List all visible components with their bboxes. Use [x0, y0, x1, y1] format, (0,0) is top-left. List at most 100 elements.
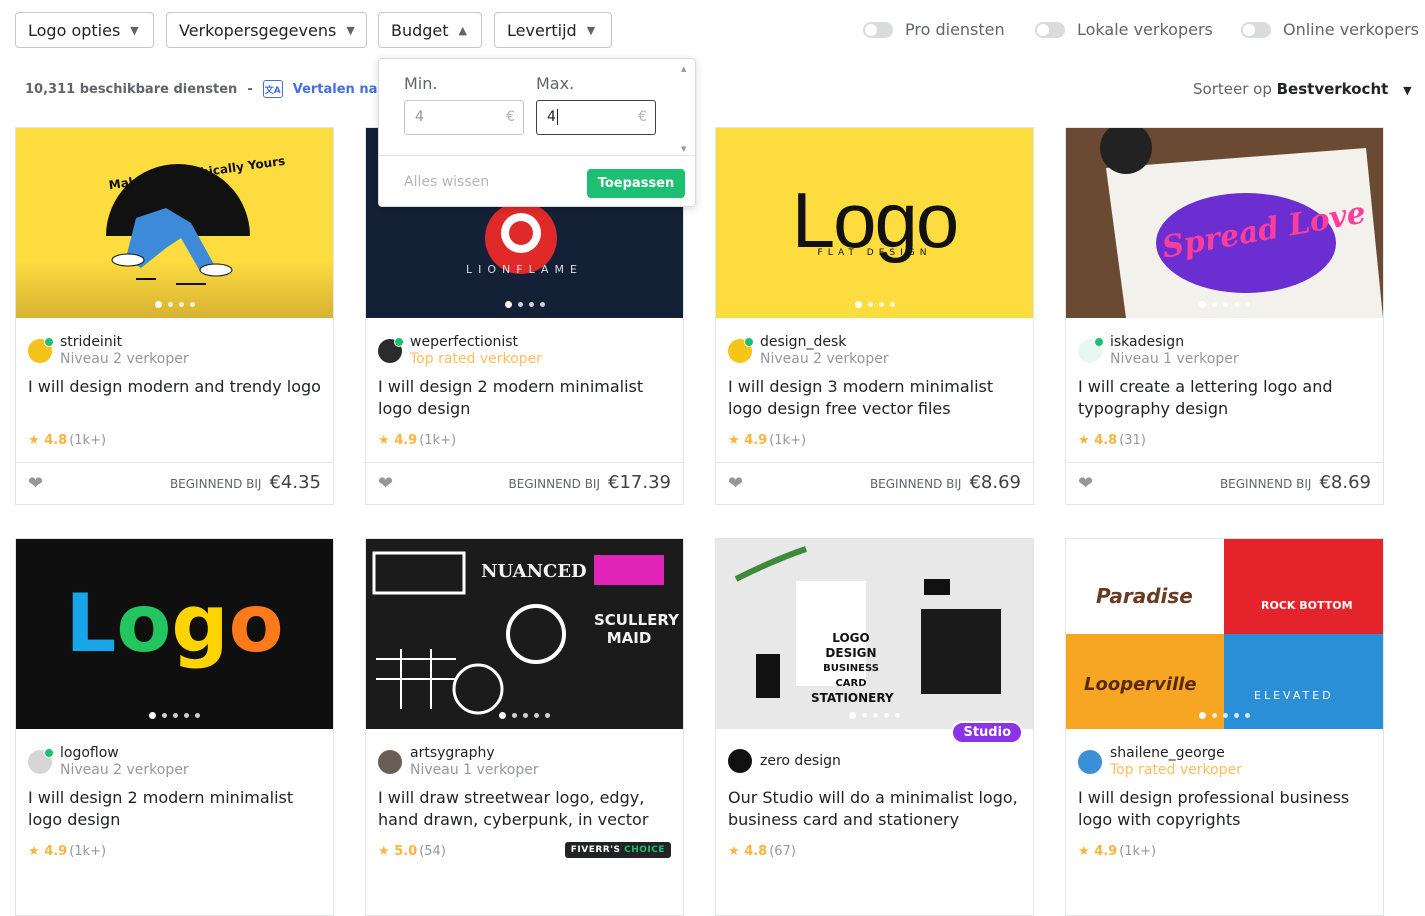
gig-thumbnail[interactable]: Make us Graphically Yours [16, 128, 333, 318]
gig-thumbnail[interactable]: NUANCED SCULLERY MAID [366, 539, 683, 729]
star-icon: ★ [728, 433, 745, 448]
avatar[interactable] [1078, 337, 1104, 363]
thumb-text: LOGO DESIGN BUSINESS CARD STATIONERY [811, 631, 894, 706]
rating-value: 4.8 [1094, 433, 1118, 448]
seller-name[interactable]: design_desk [760, 334, 889, 350]
switch-icon [1035, 21, 1065, 38]
carousel-dots[interactable] [716, 301, 1033, 308]
star-icon: ★ [378, 433, 395, 448]
thumb-subtext-3: ELEVATED [1254, 689, 1334, 702]
seller-name[interactable]: logoflow [60, 745, 189, 761]
filter-delivery-time[interactable]: Levertijd ▼ [494, 12, 612, 48]
carousel-dots[interactable] [16, 712, 333, 719]
star-icon: ★ [28, 844, 45, 859]
filter-budget[interactable]: Budget ▲ [378, 12, 482, 48]
avatar[interactable] [728, 337, 754, 363]
gig-card[interactable]: Logo FLAT DESIGN design_desk Niveau 2 ve… [715, 127, 1034, 505]
translate-icon: 文A [262, 80, 283, 98]
gig-thumbnail[interactable]: Logo [16, 539, 333, 729]
price-label: BEGINNEND BIJ [1219, 477, 1312, 491]
carousel-dots[interactable] [1066, 712, 1383, 719]
gig-card[interactable]: Logo logoflow Niveau 2 verkoper I will d… [15, 538, 334, 916]
gig-rating: ★ 4.9 (1k+) [378, 433, 456, 448]
toggle-pro-services[interactable]: Pro diensten [863, 20, 1005, 39]
gig-thumbnail-art [372, 551, 664, 715]
scroll-up-icon[interactable]: ▲ [681, 65, 686, 73]
gig-title[interactable]: Our Studio will do a minimalist logo, bu… [728, 787, 1021, 831]
avatar[interactable] [378, 750, 402, 774]
rating-value: 4.9 [394, 433, 418, 448]
gig-footer: ❤ BEGINNEND BIJ €17.39 [366, 462, 683, 505]
rating-value: 4.8 [44, 433, 68, 448]
seller-level: Niveau 2 verkoper [760, 351, 889, 367]
avatar[interactable] [378, 337, 404, 363]
filter-seller-details[interactable]: Verkopersgegevens ▼ [166, 12, 367, 48]
gig-title[interactable]: I will design professional business logo… [1078, 787, 1371, 831]
rating-value: 4.9 [44, 844, 68, 859]
toggle-local-label: Lokale verkopers [1077, 20, 1213, 39]
gig-price: BEGINNEND BIJ €4.35 [170, 472, 321, 493]
carousel-dots[interactable] [716, 712, 1033, 719]
filter-logo-options[interactable]: Logo opties ▼ [15, 12, 154, 48]
gig-title[interactable]: I will design 3 modern minimalist logo d… [728, 376, 1021, 420]
seller-name[interactable]: weperfectionist [410, 334, 542, 350]
clear-all-button[interactable]: Alles wissen [404, 174, 489, 190]
switch-icon [863, 21, 893, 38]
chevron-down-icon: ▼ [130, 23, 139, 37]
gig-thumbnail[interactable]: Paradise ROCK BOTTOM Looperville ELEVATE… [1066, 539, 1383, 729]
toggle-local-sellers[interactable]: Lokale verkopers [1035, 20, 1213, 39]
seller-name[interactable]: artsygraphy [410, 745, 539, 761]
gig-thumbnail[interactable]: Logo FLAT DESIGN [716, 128, 1033, 318]
sort-dropdown[interactable]: Sorteer op Bestverkocht ▼ [1193, 80, 1412, 98]
gig-card[interactable]: LOGO DESIGN BUSINESS CARD STATIONERY Studi… [715, 538, 1034, 916]
gig-title[interactable]: I will create a lettering logo and typog… [1078, 376, 1371, 420]
gig-rating: ★ 4.9 (1k+) [1078, 844, 1156, 859]
online-indicator [1094, 337, 1104, 347]
avatar[interactable] [28, 748, 54, 774]
carousel-dots[interactable] [366, 712, 683, 719]
min-label: Min. [404, 74, 438, 93]
rating-value: 5.0 [394, 844, 418, 859]
star-icon: ★ [1078, 433, 1095, 448]
gig-card[interactable]: Make us Graphically Yours strideinit Niv… [15, 127, 334, 505]
gig-card[interactable]: NUANCED SCULLERY MAID artsygraphy Niveau… [365, 538, 684, 916]
gig-thumbnail[interactable]: Spread Love [1066, 128, 1383, 318]
heart-icon[interactable]: ❤ [728, 473, 743, 494]
gig-card[interactable]: Spread Love iskadesign Niveau 1 verkoper… [1065, 127, 1384, 505]
seller-name[interactable]: zero design [760, 753, 841, 769]
scroll-down-icon[interactable]: ▼ [681, 145, 686, 153]
gig-rating: ★ 4.9 (1k+) [28, 844, 106, 859]
avatar[interactable] [28, 337, 54, 363]
seller-name[interactable]: iskadesign [1110, 334, 1239, 350]
seller-info: zero design [728, 749, 841, 773]
carousel-dots[interactable] [366, 301, 683, 308]
gig-title[interactable]: I will design 2 modern minimalist logo d… [28, 787, 321, 831]
seller-name[interactable]: strideinit [60, 334, 189, 350]
gig-thumbnail[interactable]: LOGO DESIGN BUSINESS CARD STATIONERY [716, 539, 1033, 729]
avatar[interactable] [728, 749, 752, 773]
seller-name[interactable]: shailene_george [1110, 745, 1242, 761]
seller-level: Niveau 2 verkoper [60, 762, 189, 778]
thumb-text: Paradise [1096, 584, 1193, 608]
seller-info: artsygraphy Niveau 1 verkoper [378, 745, 539, 779]
thumb-text: LIONFLAME [466, 263, 583, 276]
toggle-online-sellers[interactable]: Online verkopers [1241, 20, 1419, 39]
carousel-dots[interactable] [1066, 301, 1383, 308]
apply-button[interactable]: Toepassen [587, 169, 685, 198]
min-price-input[interactable]: 4 € [404, 100, 524, 135]
rating-count: (1k+) [69, 844, 107, 859]
max-price-input[interactable]: 4 € [536, 100, 656, 135]
heart-icon[interactable]: ❤ [378, 473, 393, 494]
scrollbar[interactable]: ▲ ▼ [681, 63, 693, 153]
gig-rating: ★ 5.0 (54) [378, 844, 446, 859]
heart-icon[interactable]: ❤ [1078, 473, 1093, 494]
avatar[interactable] [1078, 750, 1102, 774]
gig-card[interactable]: Paradise ROCK BOTTOM Looperville ELEVATE… [1065, 538, 1384, 916]
carousel-dots[interactable] [16, 301, 333, 308]
gig-price: BEGINNEND BIJ €17.39 [508, 472, 671, 493]
gig-title[interactable]: I will design 2 modern minimalist logo d… [378, 376, 671, 420]
heart-icon[interactable]: ❤ [28, 473, 43, 494]
online-indicator [44, 748, 54, 758]
gig-title[interactable]: I will design modern and trendy logo [28, 376, 321, 398]
gig-title[interactable]: I will draw streetwear logo, edgy, hand … [378, 787, 671, 831]
